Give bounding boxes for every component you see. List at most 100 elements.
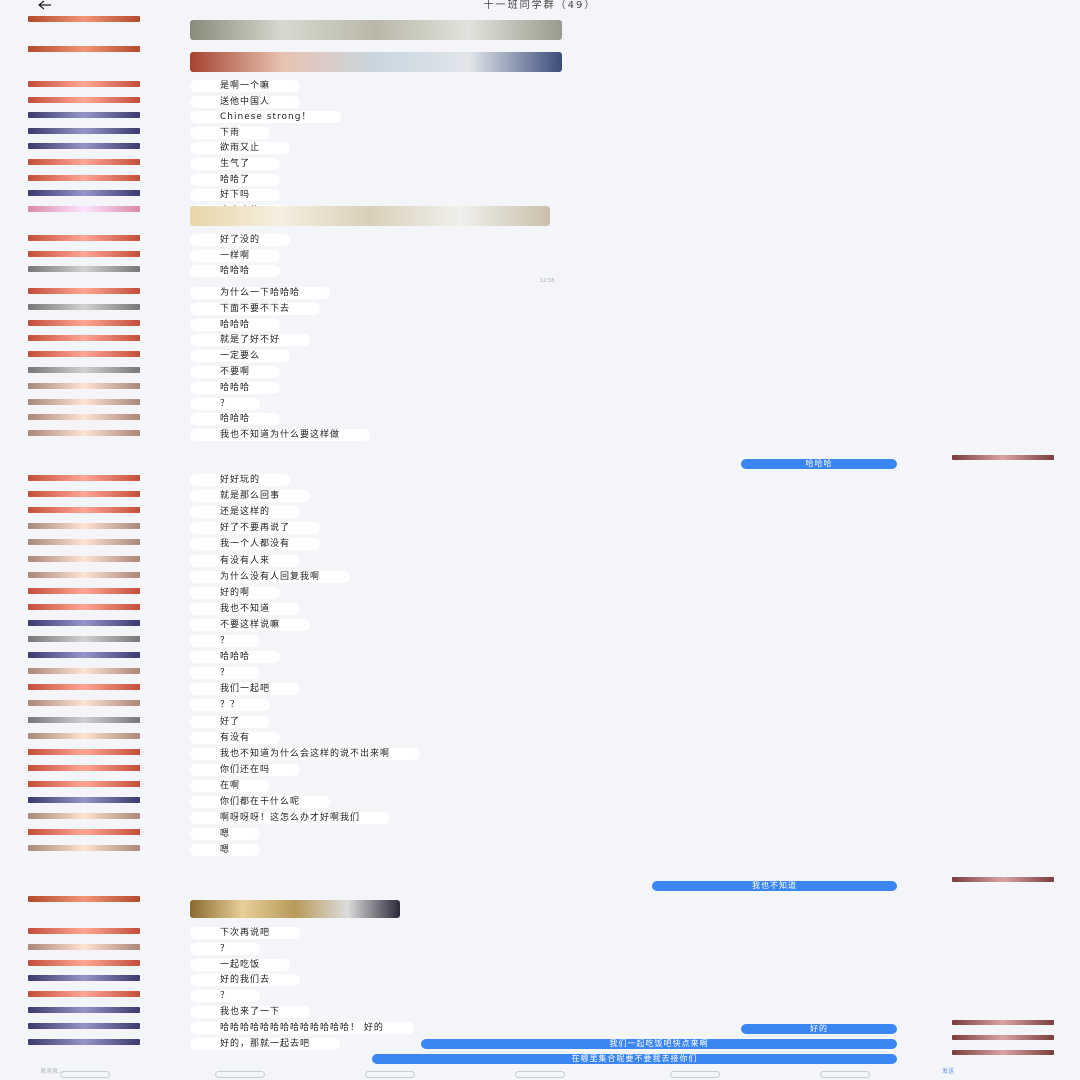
avatar[interactable] <box>28 652 140 659</box>
avatar[interactable] <box>28 159 140 165</box>
my-avatar[interactable] <box>952 877 1054 882</box>
avatar[interactable] <box>28 46 140 52</box>
avatar[interactable] <box>28 288 140 294</box>
avatar[interactable] <box>28 143 140 150</box>
voice-icon[interactable] <box>60 1071 110 1078</box>
list-item: 好下吗 <box>0 187 1080 203</box>
message-bubble: 好下吗 <box>190 189 281 202</box>
image-message[interactable] <box>190 900 400 918</box>
back-arrow-icon[interactable] <box>38 0 52 12</box>
avatar[interactable] <box>28 991 140 998</box>
image-message[interactable] <box>190 20 562 40</box>
avatar[interactable] <box>28 668 140 675</box>
avatar[interactable] <box>28 266 140 273</box>
list-item: 好了 <box>0 714 1080 730</box>
avatar[interactable] <box>28 398 140 405</box>
avatar[interactable] <box>28 351 140 358</box>
message-bubble: 欲雨又止 <box>190 142 291 155</box>
avatar[interactable] <box>28 205 140 212</box>
avatar[interactable] <box>28 896 140 902</box>
message-bubble: 好了 <box>190 715 271 728</box>
avatar[interactable] <box>28 748 140 755</box>
message-bubble: ？ <box>190 667 261 680</box>
avatar[interactable] <box>28 684 140 691</box>
avatar[interactable] <box>28 112 140 119</box>
list-item: 就是了好不好 <box>0 332 1080 348</box>
avatar[interactable] <box>28 571 140 578</box>
list-item: 是啊一个嘛 <box>0 78 1080 94</box>
avatar[interactable] <box>28 764 140 771</box>
message-bubble: 哈哈哈 <box>190 651 281 664</box>
avatar[interactable] <box>28 127 140 134</box>
avatar[interactable] <box>28 928 140 934</box>
more-icon[interactable] <box>820 1071 870 1078</box>
avatar[interactable] <box>28 700 140 707</box>
avatar[interactable] <box>28 603 140 610</box>
avatar[interactable] <box>28 1038 140 1045</box>
avatar[interactable] <box>28 523 140 530</box>
avatar[interactable] <box>28 1007 140 1013</box>
avatar[interactable] <box>28 943 140 950</box>
file-icon[interactable] <box>670 1071 720 1078</box>
avatar[interactable] <box>28 619 140 626</box>
avatar[interactable] <box>28 636 140 642</box>
avatar[interactable] <box>28 716 140 723</box>
avatar[interactable] <box>28 475 140 481</box>
avatar[interactable] <box>28 813 140 820</box>
send-button[interactable]: 发送 <box>942 1066 954 1075</box>
my-avatar[interactable] <box>952 1020 1054 1025</box>
list-item: 哈哈哈 <box>0 649 1080 665</box>
avatar[interactable] <box>28 845 140 852</box>
avatar[interactable] <box>28 16 140 22</box>
avatar[interactable] <box>28 250 140 257</box>
my-avatar[interactable] <box>952 1035 1054 1040</box>
avatar[interactable] <box>28 235 140 241</box>
avatar[interactable] <box>28 797 140 803</box>
image-icon[interactable] <box>215 1071 265 1078</box>
avatar[interactable] <box>28 780 140 787</box>
avatar[interactable] <box>28 507 140 514</box>
avatar[interactable] <box>28 382 140 389</box>
image-message[interactable] <box>190 52 562 72</box>
avatar[interactable] <box>28 303 140 310</box>
message-bubble: 哈哈了 <box>190 173 281 186</box>
avatar[interactable] <box>28 319 140 326</box>
avatar[interactable] <box>28 1022 140 1029</box>
avatar[interactable] <box>28 555 140 562</box>
emoji-icon[interactable] <box>515 1071 565 1078</box>
my-avatar[interactable] <box>952 455 1054 460</box>
my-avatar[interactable] <box>952 1050 1054 1055</box>
message-bubble: 不要啊 <box>190 366 281 378</box>
avatar[interactable] <box>28 430 140 437</box>
list-item: 好的我们去 <box>0 972 1080 988</box>
avatar[interactable] <box>28 190 140 197</box>
message-bubble: 我也来了一下 <box>190 1006 311 1018</box>
list-item: 我也来了一下 <box>0 1004 1080 1020</box>
chat-header: 十一班同学群（49） <box>0 0 1080 18</box>
list-item: 哈哈哈哈哈哈哈哈哈哈哈哈哈！ 好的 <box>0 1020 1080 1036</box>
avatar[interactable] <box>28 414 140 421</box>
list-item: 我也不知道 <box>0 601 1080 617</box>
sticker-image[interactable] <box>190 206 550 226</box>
avatar[interactable] <box>28 491 140 498</box>
avatar[interactable] <box>28 174 140 181</box>
avatar[interactable] <box>28 539 140 546</box>
avatar[interactable] <box>28 975 140 982</box>
message-bubble: 啊呀呀呀！这怎么办才好啊我们 <box>190 812 391 825</box>
list-item: 欲雨又止 <box>0 140 1080 156</box>
avatar[interactable] <box>28 959 140 966</box>
camera-icon[interactable] <box>365 1071 415 1078</box>
avatar[interactable] <box>28 96 140 103</box>
list-item: 下雨 <box>0 125 1080 141</box>
avatar[interactable] <box>28 81 140 87</box>
avatar[interactable] <box>28 732 140 739</box>
avatar[interactable] <box>28 335 140 342</box>
message-bubble: 还是这样的 <box>190 506 301 519</box>
avatar[interactable] <box>28 829 140 836</box>
list-item: 好的啊 <box>0 585 1080 601</box>
list-item: 不要啊 <box>0 364 1080 380</box>
avatar[interactable] <box>28 367 140 373</box>
message-bubble: Chinese strong！ <box>190 111 342 124</box>
avatar[interactable] <box>28 587 140 594</box>
list-item: ？ <box>0 665 1080 681</box>
